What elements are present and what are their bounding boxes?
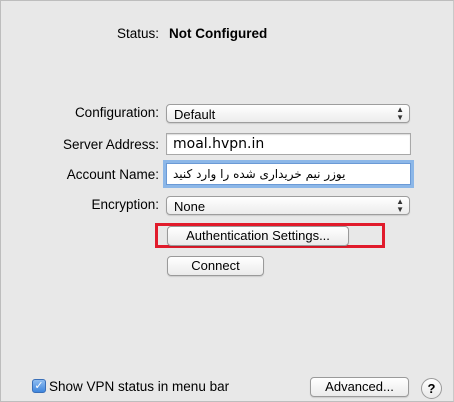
authentication-settings-button[interactable]: Authentication Settings... xyxy=(167,226,349,246)
server-address-input[interactable] xyxy=(167,134,410,154)
up-down-arrows-icon: ▲ ▼ xyxy=(396,197,404,214)
vpn-config-pane: Status: Not Configured Configuration: De… xyxy=(0,0,454,402)
advanced-button[interactable]: Advanced... xyxy=(310,377,409,397)
help-button[interactable]: ? xyxy=(421,378,442,399)
account-name-input[interactable] xyxy=(167,164,410,184)
encryption-selected: None xyxy=(174,199,206,214)
server-address-field[interactable] xyxy=(166,133,411,155)
server-address-label: Server Address: xyxy=(62,137,159,152)
encryption-popup[interactable]: None ▲ ▼ xyxy=(166,196,410,215)
status-value: Not Configured xyxy=(169,26,268,41)
checkmark-icon: ✓ xyxy=(34,380,44,392)
account-name-label: Account Name: xyxy=(66,167,159,182)
encryption-label: Encryption: xyxy=(91,197,159,212)
up-down-arrows-icon: ▲ ▼ xyxy=(396,105,404,122)
connect-button[interactable]: Connect xyxy=(167,256,264,276)
status-label: Status: xyxy=(116,26,159,41)
configuration-popup[interactable]: Default ▲ ▼ xyxy=(166,104,410,123)
configuration-selected: Default xyxy=(174,107,216,122)
configuration-label: Configuration: xyxy=(74,105,159,120)
account-name-field[interactable] xyxy=(166,163,411,185)
show-vpn-status-label: Show VPN status in menu bar xyxy=(49,379,230,394)
question-mark-icon: ? xyxy=(427,381,436,396)
show-vpn-status-checkbox[interactable]: ✓ xyxy=(32,379,46,393)
